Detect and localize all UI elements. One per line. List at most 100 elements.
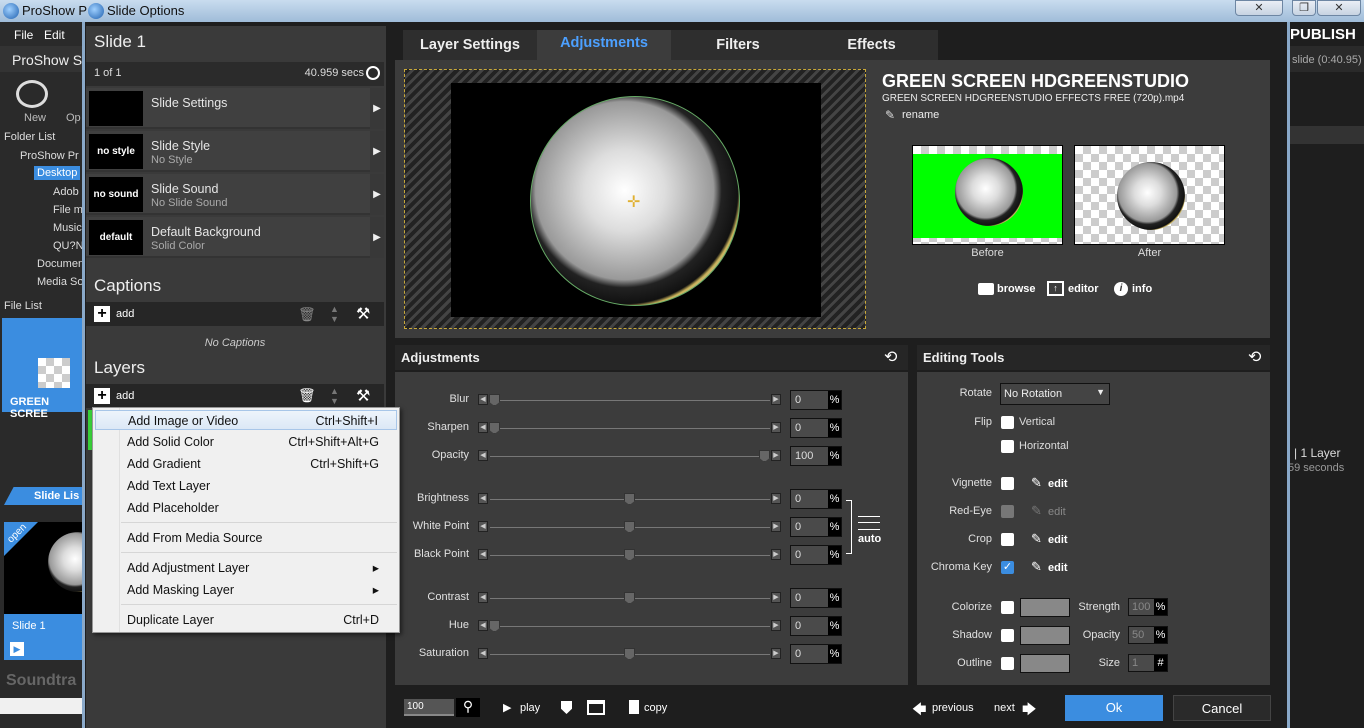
- info-icon[interactable]: i: [1114, 282, 1128, 296]
- contrast-decrease-button[interactable]: ◀: [478, 592, 488, 603]
- open-button-label[interactable]: Op: [66, 112, 81, 124]
- menu-item-add-placeholder[interactable]: Add Placeholder: [95, 498, 397, 518]
- copy-button[interactable]: copy: [644, 702, 667, 714]
- center-crosshair-icon[interactable]: ✛: [627, 192, 640, 212]
- slide-thumbnail[interactable]: open: [4, 522, 84, 614]
- editor-icon[interactable]: ↑: [1047, 281, 1064, 296]
- pencil-icon[interactable]: ✎: [1031, 559, 1042, 575]
- clipboard-icon[interactable]: [629, 700, 639, 714]
- new-icon[interactable]: [16, 80, 48, 108]
- colorize-checkbox[interactable]: [1001, 601, 1014, 614]
- menu-edit[interactable]: Edit: [44, 28, 65, 42]
- tree-item[interactable]: File m: [53, 204, 83, 216]
- blur-decrease-button[interactable]: ◀: [478, 394, 488, 405]
- colorize-strength-input[interactable]: 100%: [1128, 598, 1168, 616]
- tree-item[interactable]: Adob: [53, 186, 79, 198]
- slide-option-row[interactable]: Slide Settings ▶: [86, 88, 384, 129]
- auto-button[interactable]: auto: [858, 533, 881, 545]
- contrast-value-input[interactable]: 0%: [790, 588, 842, 608]
- slide-list-tab[interactable]: Slide Lis: [4, 487, 84, 505]
- blur-slider-track[interactable]: [490, 400, 770, 401]
- chevron-right-icon[interactable]: ▶: [370, 217, 384, 258]
- reset-editing-icon[interactable]: ⟲: [1248, 347, 1261, 367]
- tools-icon[interactable]: ⚒: [356, 386, 370, 406]
- sharpen-slider-track[interactable]: [490, 428, 770, 429]
- tools-icon[interactable]: ⚒: [356, 304, 370, 324]
- flip-horizontal-checkbox[interactable]: [1001, 440, 1014, 453]
- brightness-increase-button[interactable]: ▶: [771, 493, 781, 504]
- cancel-button[interactable]: Cancel: [1173, 695, 1271, 721]
- info-button[interactable]: info: [1132, 283, 1152, 295]
- saturation-decrease-button[interactable]: ◀: [478, 648, 488, 659]
- contrast-increase-button[interactable]: ▶: [771, 592, 781, 603]
- blur-value-input[interactable]: 0%: [790, 390, 842, 410]
- previous-button[interactable]: previous: [932, 702, 974, 714]
- black-point-increase-button[interactable]: ▶: [771, 549, 781, 560]
- main-close-button[interactable]: ✕: [1317, 0, 1361, 16]
- menu-item-add-from-media-source[interactable]: Add From Media Source: [95, 528, 397, 548]
- file-item[interactable]: GREEN SCREE: [2, 318, 84, 420]
- play-button[interactable]: play: [520, 702, 540, 714]
- sharpen-value-input[interactable]: 0%: [790, 418, 842, 438]
- slide-option-row[interactable]: default Default Background Solid Color ▶: [86, 217, 384, 258]
- menu-item-add-adjustment-layer[interactable]: Add Adjustment Layer ▸: [95, 558, 397, 578]
- dialog-close-button[interactable]: ✕: [1235, 0, 1283, 16]
- reorder-icon[interactable]: ▲ ▼: [330, 304, 339, 324]
- menu-item-add-solid-color[interactable]: Add Solid Color Ctrl+Shift+Alt+G: [95, 432, 397, 452]
- tab-adjustments[interactable]: Adjustments: [537, 30, 671, 60]
- black-point-value-input[interactable]: 0%: [790, 545, 842, 565]
- brightness-value-input[interactable]: 0%: [790, 489, 842, 509]
- menu-item-duplicate-layer[interactable]: Duplicate Layer Ctrl+D: [95, 610, 397, 630]
- horizontal-scrollbar[interactable]: [0, 698, 84, 714]
- saturation-value-input[interactable]: 0%: [790, 644, 842, 664]
- tree-item[interactable]: ProShow Pr: [20, 150, 79, 162]
- pencil-icon[interactable]: ✎: [1031, 475, 1042, 491]
- restore-button[interactable]: ❐: [1292, 0, 1316, 16]
- chevron-right-icon[interactable]: ▶: [370, 174, 384, 215]
- zoom-input[interactable]: 100: [404, 699, 454, 716]
- menu-item-add-masking-layer[interactable]: Add Masking Layer ▸: [95, 580, 397, 600]
- saturation-increase-button[interactable]: ▶: [771, 648, 781, 659]
- editor-button[interactable]: editor: [1068, 283, 1099, 295]
- chroma-key-checkbox[interactable]: ✓: [1001, 561, 1014, 574]
- white-point-increase-button[interactable]: ▶: [771, 521, 781, 532]
- opacity-decrease-button[interactable]: ◀: [478, 450, 488, 461]
- black-point-decrease-button[interactable]: ◀: [478, 549, 488, 560]
- vignette-checkbox[interactable]: [1001, 477, 1014, 490]
- play-icon[interactable]: ▶: [10, 642, 24, 656]
- vignette-edit-button[interactable]: edit: [1048, 478, 1068, 490]
- opacity-increase-button[interactable]: ▶: [771, 450, 781, 461]
- outline-size-input[interactable]: 1 #: [1128, 654, 1168, 672]
- add-caption-button[interactable]: add: [116, 308, 134, 320]
- hue-value-input[interactable]: 0%: [790, 616, 842, 636]
- chevron-right-icon[interactable]: ▶: [370, 88, 384, 129]
- window-icon[interactable]: [587, 700, 605, 715]
- arrow-left-icon[interactable]: 🡄: [912, 699, 926, 723]
- next-button[interactable]: next: [994, 702, 1015, 714]
- rename-button[interactable]: rename: [902, 109, 939, 121]
- add-layer-button[interactable]: add: [116, 390, 134, 402]
- white-point-value-input[interactable]: 0%: [790, 517, 842, 537]
- menu-item-add-image-or-video[interactable]: Add Image or Video Ctrl+Shift+I: [95, 410, 397, 430]
- chroma-key-edit-button[interactable]: edit: [1048, 562, 1068, 574]
- flip-vertical-checkbox[interactable]: [1001, 416, 1014, 429]
- pencil-icon[interactable]: ✎: [885, 108, 895, 122]
- trash-icon[interactable]: 🗑: [298, 306, 316, 323]
- tab-effects[interactable]: Effects: [805, 30, 938, 60]
- tab-filters[interactable]: Filters: [671, 30, 805, 60]
- chevron-right-icon[interactable]: ▶: [370, 131, 384, 172]
- hue-decrease-button[interactable]: ◀: [478, 620, 488, 631]
- add-caption-icon[interactable]: +: [94, 306, 110, 322]
- slide-preview[interactable]: ✛: [404, 69, 866, 329]
- tree-item[interactable]: QU?N: [53, 240, 84, 252]
- menu-item-add-text-layer[interactable]: Add Text Layer: [95, 476, 397, 496]
- opacity-value-input[interactable]: 100%: [790, 446, 842, 466]
- hue-slider-track[interactable]: [490, 626, 770, 627]
- add-layer-icon[interactable]: +: [94, 388, 110, 404]
- sharpen-decrease-button[interactable]: ◀: [478, 422, 488, 433]
- shadow-checkbox[interactable]: [1001, 629, 1014, 642]
- play-icon[interactable]: ▶: [503, 701, 511, 714]
- reset-adjustments-icon[interactable]: ⟲: [884, 347, 897, 367]
- white-point-decrease-button[interactable]: ◀: [478, 521, 488, 532]
- folder-icon[interactable]: [978, 283, 994, 295]
